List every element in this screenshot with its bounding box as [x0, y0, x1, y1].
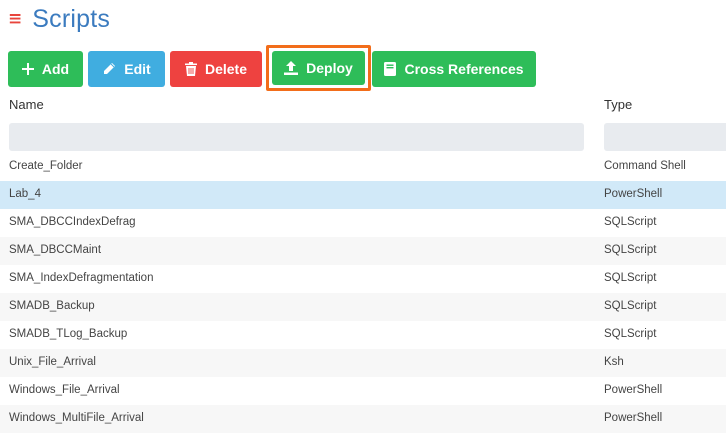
- edit-button-label: Edit: [124, 61, 151, 77]
- plus-icon: [21, 63, 34, 75]
- row-name-cell: SMA_DBCCMaint: [9, 244, 102, 256]
- row-name-cell: SMA_DBCCIndexDefrag: [9, 216, 136, 228]
- row-type-cell: Ksh: [604, 356, 624, 368]
- upload-icon: [284, 61, 299, 75]
- row-type-cell: SQLScript: [604, 244, 657, 256]
- edit-button[interactable]: Edit: [88, 51, 165, 87]
- row-name-cell: Create_Folder: [9, 160, 83, 172]
- table-row[interactable]: SMA_DBCCIndexDefrag SQLScript: [0, 209, 726, 237]
- table-row[interactable]: Unix_File_Arrival Ksh: [0, 349, 726, 377]
- table-row[interactable]: Lab_4 PowerShell: [0, 181, 726, 209]
- row-type-cell: PowerShell: [604, 384, 663, 396]
- row-name-cell: Lab_4: [9, 188, 41, 200]
- delete-button[interactable]: Delete: [170, 51, 262, 87]
- row-name-cell: SMADB_Backup: [9, 300, 95, 312]
- table-row[interactable]: SMA_IndexDefragmentation SQLScript: [0, 265, 726, 293]
- table-row[interactable]: SMADB_TLog_Backup SQLScript: [0, 321, 726, 349]
- delete-button-label: Delete: [204, 61, 248, 77]
- row-type-cell: SQLScript: [604, 216, 657, 228]
- table-row[interactable]: SMADB_Backup SQLScript: [0, 293, 726, 321]
- column-header-name[interactable]: Name: [9, 97, 44, 112]
- row-name-cell: Windows_File_Arrival: [9, 384, 120, 396]
- deploy-button-label: Deploy: [306, 60, 353, 76]
- page-header: ≡ Scripts: [8, 5, 110, 34]
- column-header-type[interactable]: Type: [604, 97, 632, 112]
- add-button[interactable]: Add: [8, 51, 83, 87]
- cross-references-button[interactable]: Cross References: [372, 51, 536, 87]
- book-icon: [384, 62, 397, 76]
- page-title: Scripts: [32, 5, 111, 33]
- trash-icon: [184, 62, 197, 76]
- add-button-label: Add: [41, 61, 70, 77]
- table-row[interactable]: Create_Folder Command Shell: [0, 153, 726, 181]
- row-type-cell: SQLScript: [604, 328, 657, 340]
- row-name-cell: SMADB_TLog_Backup: [9, 328, 128, 340]
- scripts-table-body: Create_Folder Command Shell Lab_4 PowerS…: [0, 153, 726, 433]
- row-name-cell: Windows_MultiFile_Arrival: [9, 412, 144, 424]
- row-name-cell: SMA_IndexDefragmentation: [9, 272, 154, 284]
- row-name-cell: Unix_File_Arrival: [9, 356, 96, 368]
- table-row[interactable]: Windows_MultiFile_Arrival PowerShell: [0, 405, 726, 433]
- deploy-button[interactable]: Deploy: [272, 51, 365, 85]
- row-type-cell: SQLScript: [604, 272, 657, 284]
- name-filter-input[interactable]: [9, 123, 584, 151]
- row-type-cell: SQLScript: [604, 300, 657, 312]
- table-row[interactable]: SMA_DBCCMaint SQLScript: [0, 237, 726, 265]
- row-type-cell: PowerShell: [604, 188, 663, 200]
- type-filter-input[interactable]: [604, 123, 726, 151]
- row-type-cell: PowerShell: [604, 412, 663, 424]
- hamburger-icon[interactable]: ≡: [8, 11, 22, 28]
- pencil-icon: [104, 63, 116, 74]
- table-row[interactable]: Windows_File_Arrival PowerShell: [0, 377, 726, 405]
- row-type-cell: Command Shell: [604, 160, 686, 172]
- deploy-highlight: Deploy: [266, 45, 371, 91]
- cross-references-label: Cross References: [404, 61, 524, 77]
